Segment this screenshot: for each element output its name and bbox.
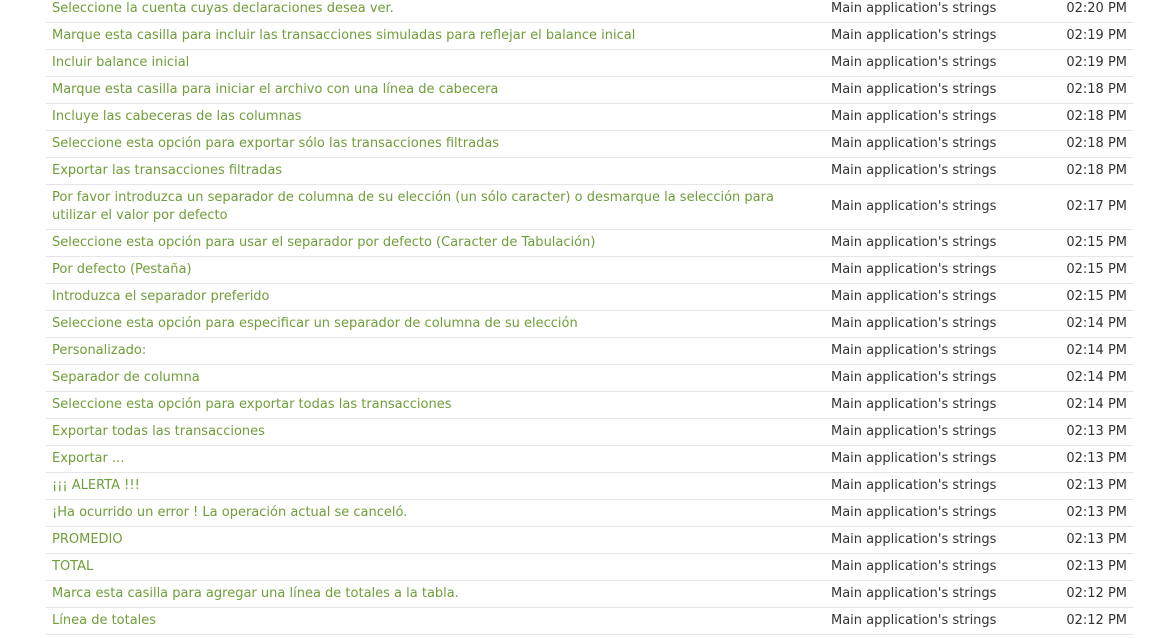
timestamp: 02:15 PM	[1066, 235, 1127, 250]
resource-name: Main application's strings	[831, 613, 997, 628]
timestamp: 02:14 PM	[1066, 316, 1127, 331]
table-row: Exportar las transacciones filtradas Main…	[46, 158, 1133, 185]
resource-name: Main application's strings	[831, 262, 997, 277]
string-link[interactable]: Marque esta casilla para iniciar el arch…	[46, 81, 813, 99]
string-link[interactable]: Marque esta casilla para incluir las tra…	[46, 27, 813, 45]
table-row: Marque esta casilla para iniciar el arch…	[46, 77, 1133, 104]
table-row: ¡¡¡ ALERTA !!! Main application's strings…	[46, 473, 1133, 500]
string-link[interactable]: Por defecto (Pestaña)	[46, 261, 813, 279]
timestamp: 02:15 PM	[1066, 262, 1127, 277]
resource-name: Main application's strings	[831, 586, 997, 601]
timestamp: 02:13 PM	[1066, 451, 1127, 466]
string-link[interactable]: Seleccione esta opción para usar el sepa…	[46, 234, 813, 252]
table-row: Marque esta casilla para incluir las tra…	[46, 23, 1133, 50]
resource-name: Main application's strings	[831, 109, 997, 124]
resource-name: Main application's strings	[831, 136, 997, 151]
string-link[interactable]: Incluir balance inicial	[46, 54, 813, 72]
resource-name: Main application's strings	[831, 343, 997, 358]
table-row: Seleccione esta opción para usar el sepa…	[46, 230, 1133, 257]
table-row: TOTAL Main application's strings 02:13 PM	[46, 554, 1133, 581]
timestamp: 02:13 PM	[1066, 532, 1127, 547]
string-link[interactable]: Personalizado:	[46, 342, 813, 360]
timestamp: 02:19 PM	[1066, 55, 1127, 70]
timestamp: 02:12 PM	[1066, 613, 1127, 628]
timestamp: 02:13 PM	[1066, 559, 1127, 574]
resource-name: Main application's strings	[831, 532, 997, 547]
timestamp: 02:18 PM	[1066, 109, 1127, 124]
table-row: Por defecto (Pestaña) Main application's …	[46, 257, 1133, 284]
resource-name: Main application's strings	[831, 559, 997, 574]
timestamp: 02:18 PM	[1066, 136, 1127, 151]
timestamp: 02:18 PM	[1066, 163, 1127, 178]
resource-name: Main application's strings	[831, 55, 997, 70]
table-row: Línea de totales Main application's strin…	[46, 608, 1133, 635]
resource-name: Main application's strings	[831, 235, 997, 250]
timestamp: 02:14 PM	[1066, 370, 1127, 385]
string-link[interactable]: Seleccione esta opción para especificar …	[46, 315, 813, 333]
table-row: Seleccione esta opción para especificar …	[46, 311, 1133, 338]
string-link[interactable]: Incluye las cabeceras de las columnas	[46, 108, 813, 126]
table-row: PROMEDIO Main application's strings 02:13 …	[46, 527, 1133, 554]
resource-name: Main application's strings	[831, 82, 997, 97]
table-row: Seleccione esta opción para exportar sól…	[46, 131, 1133, 158]
resource-name: Main application's strings	[831, 478, 997, 493]
table-row: Seleccione esta opción para exportar tod…	[46, 392, 1133, 419]
table-row: Marca esta casilla para agregar una líne…	[46, 581, 1133, 608]
string-link[interactable]: Marca esta casilla para agregar una líne…	[46, 585, 813, 603]
timestamp: 02:19 PM	[1066, 28, 1127, 43]
timestamp: 02:13 PM	[1066, 424, 1127, 439]
timestamp: 02:15 PM	[1066, 289, 1127, 304]
resource-name: Main application's strings	[831, 397, 997, 412]
string-link[interactable]: ¡¡¡ ALERTA !!!	[46, 477, 813, 495]
timestamp: 02:14 PM	[1066, 397, 1127, 412]
timestamp: 02:17 PM	[1066, 199, 1127, 214]
string-link[interactable]: Introduzca el separador preferido	[46, 288, 813, 306]
string-link[interactable]: Línea de totales	[46, 612, 813, 630]
resource-name: Main application's strings	[831, 1, 997, 16]
string-link[interactable]: Por favor introduzca un separador de col…	[46, 189, 813, 225]
string-link[interactable]: ¡Ha ocurrido un error ! La operación act…	[46, 504, 813, 522]
string-link[interactable]: Seleccione la cuenta cuyas declaraciones…	[46, 0, 813, 18]
table-row: Incluir balance inicial Main application'…	[46, 50, 1133, 77]
string-link[interactable]: TOTAL	[46, 558, 813, 576]
table-row: Personalizado: Main application's strings…	[46, 338, 1133, 365]
table-row: Exportar ... Main application's strings 02…	[46, 446, 1133, 473]
resource-name: Main application's strings	[831, 451, 997, 466]
timestamp: 02:14 PM	[1066, 343, 1127, 358]
translation-strings-list: Seleccione la cuenta cuyas declaraciones…	[46, 0, 1133, 635]
table-row: Exportar todas las transacciones Main app…	[46, 419, 1133, 446]
timestamp: 02:13 PM	[1066, 478, 1127, 493]
string-link[interactable]: Seleccione esta opción para exportar sól…	[46, 135, 813, 153]
string-link[interactable]: Exportar todas las transacciones	[46, 423, 813, 441]
resource-name: Main application's strings	[831, 370, 997, 385]
resource-name: Main application's strings	[831, 316, 997, 331]
string-link[interactable]: Exportar las transacciones filtradas	[46, 162, 813, 180]
string-link[interactable]: PROMEDIO	[46, 531, 813, 549]
table-row: Seleccione la cuenta cuyas declaraciones…	[46, 0, 1133, 23]
table-row: Por favor introduzca un separador de col…	[46, 185, 1133, 230]
resource-name: Main application's strings	[831, 505, 997, 520]
string-link[interactable]: Seleccione esta opción para exportar tod…	[46, 396, 813, 414]
resource-name: Main application's strings	[831, 28, 997, 43]
string-link[interactable]: Separador de columna	[46, 369, 813, 387]
resource-name: Main application's strings	[831, 163, 997, 178]
table-row: Introduzca el separador preferido Main ap…	[46, 284, 1133, 311]
timestamp: 02:20 PM	[1066, 1, 1127, 16]
timestamp: 02:13 PM	[1066, 505, 1127, 520]
resource-name: Main application's strings	[831, 199, 997, 214]
timestamp: 02:18 PM	[1066, 82, 1127, 97]
timestamp: 02:12 PM	[1066, 586, 1127, 601]
string-link[interactable]: Exportar ...	[46, 450, 813, 468]
resource-name: Main application's strings	[831, 289, 997, 304]
table-row: ¡Ha ocurrido un error ! La operación act…	[46, 500, 1133, 527]
table-row: Incluye las cabeceras de las columnas Mai…	[46, 104, 1133, 131]
resource-name: Main application's strings	[831, 424, 997, 439]
table-row: Separador de columna Main application's s…	[46, 365, 1133, 392]
